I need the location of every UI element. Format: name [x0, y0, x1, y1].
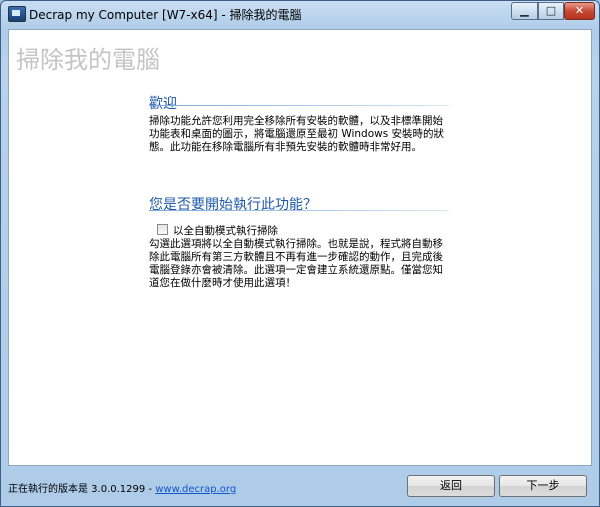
maximize-button[interactable]: □	[538, 2, 564, 20]
start-heading: 您是否要開始執行此功能？	[149, 197, 317, 213]
maximize-icon: □	[545, 4, 557, 17]
close-button[interactable]: ✕	[564, 2, 595, 20]
close-icon: ✕	[574, 4, 585, 17]
page-title: 掃除我的電腦	[16, 46, 160, 74]
back-button[interactable]: 返回	[407, 475, 495, 497]
app-icon	[8, 6, 26, 22]
start-divider	[149, 210, 449, 211]
welcome-text: 掃除功能允許您利用完全移除所有安裝的軟體，以及非標準開始功能表和桌面的圖示，將電…	[149, 115, 445, 153]
minimize-icon: ▁	[520, 4, 529, 17]
window-title: Decrap my Computer [W7-x64] - 掃除我的電腦	[29, 8, 302, 22]
app-window: Decrap my Computer [W7-x64] - 掃除我的電腦 ▁ □…	[0, 0, 600, 507]
title-bar[interactable]: Decrap my Computer [W7-x64] - 掃除我的電腦 ▁ □…	[1, 1, 599, 27]
welcome-divider	[149, 105, 449, 106]
next-button[interactable]: 下一步	[499, 475, 587, 497]
auto-mode-label[interactable]: 以全自動模式執行掃除	[173, 223, 278, 238]
version-info: 正在執行的版本是 3.0.0.1299 - www.decrap.org	[8, 480, 236, 495]
content-panel: 掃除我的電腦 歡迎 掃除功能允許您利用完全移除所有安裝的軟體，以及非標準開始功能…	[8, 29, 592, 466]
welcome-heading: 歡迎	[149, 96, 177, 112]
auto-mode-checkbox[interactable]	[157, 224, 168, 235]
auto-mode-description: 勾選此選項將以全自動模式執行掃除。也就是說，程式將自動移除此電腦所有第三方軟體且…	[149, 238, 443, 289]
minimize-button[interactable]: ▁	[511, 2, 538, 20]
website-link[interactable]: www.decrap.org	[155, 484, 236, 495]
version-text: 正在執行的版本是 3.0.0.1299 -	[8, 484, 156, 495]
